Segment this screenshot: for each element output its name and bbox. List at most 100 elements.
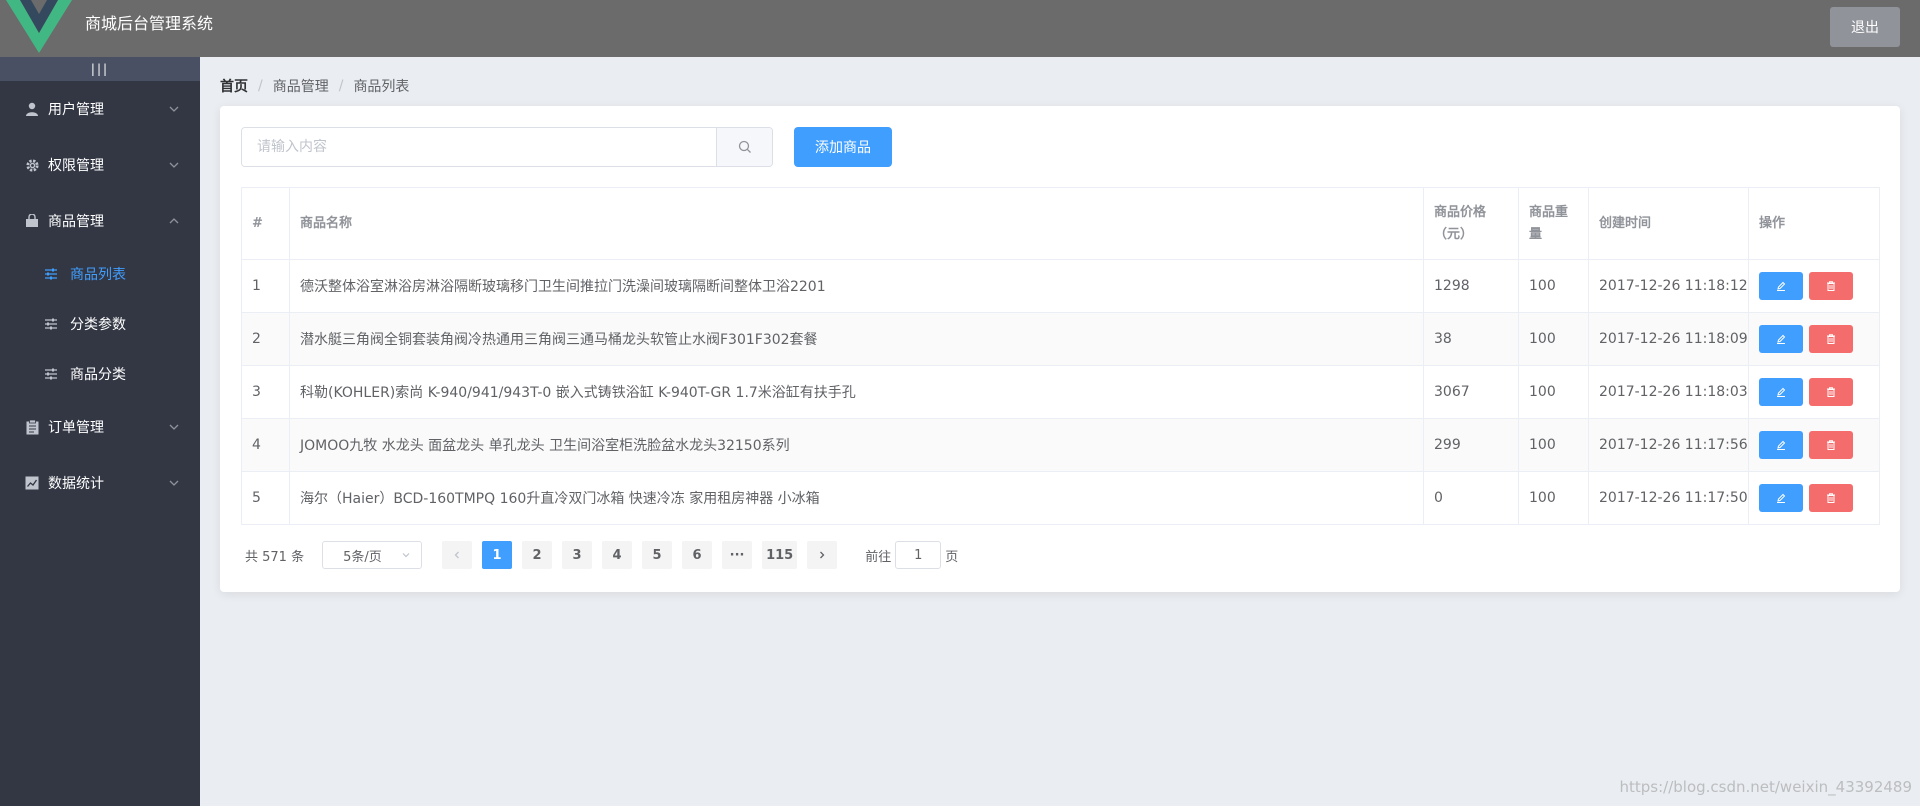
trash-icon	[1827, 334, 1835, 344]
column-header: 商品名称	[289, 187, 1424, 260]
chevron-left-icon	[454, 551, 460, 559]
jump-suffix-label: 页	[945, 549, 959, 565]
sidebar-subitem-category-params[interactable]: 分类参数	[0, 299, 200, 349]
cell-price: 3067	[1423, 365, 1519, 419]
cell-created-time: 2017-12-26 11:18:09	[1588, 312, 1749, 366]
page-button[interactable]: 5	[642, 541, 673, 569]
delete-button[interactable]	[1809, 325, 1853, 353]
page-button[interactable]: 3	[562, 541, 593, 569]
cell-price: 1298	[1423, 259, 1519, 313]
cell-goods-name: JOMOO九牧 水龙头 面盆龙头 单孔龙头 卫生间浴室柜洗脸盆水龙头32150系…	[289, 418, 1424, 472]
sidebar: ||| 用户管理 权限管理 商品管理 商品列表 分类参数 商品分类 订单管理 数…	[0, 57, 200, 806]
prev-page-button[interactable]	[442, 541, 473, 569]
total-count: 共 571 条	[245, 549, 305, 565]
cell-actions	[1748, 365, 1880, 419]
table-row: 5 海尔（Haier）BCD-160TMPQ 160升直冷双门冰箱 快速冷冻 家…	[241, 471, 1880, 525]
edit-icon	[1777, 387, 1786, 397]
cell-created-time: 2017-12-26 11:18:03	[1588, 365, 1749, 419]
edit-button[interactable]	[1759, 378, 1803, 406]
cell-price: 0	[1423, 471, 1519, 525]
edit-button[interactable]	[1759, 272, 1803, 300]
table-header-row: # 商品名称 商品价格（元） 商品重量 创建时间 操作	[241, 187, 1880, 260]
add-goods-button[interactable]: 添加商品	[794, 127, 892, 167]
logout-button[interactable]: 退出	[1830, 7, 1900, 47]
cell-index: 3	[241, 365, 290, 419]
cell-index: 4	[241, 418, 290, 472]
sidebar-item-permissions[interactable]: 权限管理	[0, 137, 200, 193]
cell-actions	[1748, 418, 1880, 472]
user-icon	[24, 101, 40, 117]
table-row: 4 JOMOO九牧 水龙头 面盆龙头 单孔龙头 卫生间浴室柜洗脸盆水龙头3215…	[241, 418, 1880, 472]
more-pages-button[interactable]: ···	[722, 541, 753, 569]
clipboard-icon	[24, 419, 40, 435]
column-header: 商品价格（元）	[1423, 187, 1519, 260]
sidebar-item-users[interactable]: 用户管理	[0, 81, 200, 137]
breadcrumb-item: 商品管理	[272, 79, 329, 95]
search-input[interactable]	[242, 128, 716, 166]
page-button[interactable]: 2	[522, 541, 553, 569]
edit-icon	[1777, 440, 1786, 450]
cell-index: 1	[241, 259, 290, 313]
sliders-icon	[44, 316, 60, 332]
search-group	[241, 127, 773, 167]
cell-goods-name: 潜水艇三角阀全铜套装角阀冷热通用三角阀三通马桶龙头软管止水阀F301F302套餐	[289, 312, 1424, 366]
delete-button[interactable]	[1809, 272, 1853, 300]
vue-logo	[6, 0, 72, 53]
cell-goods-name: 海尔（Haier）BCD-160TMPQ 160升直冷双门冰箱 快速冷冻 家用租…	[289, 471, 1424, 525]
page-button[interactable]: 4	[602, 541, 633, 569]
sidebar-subitem-label: 商品列表	[70, 267, 126, 283]
watermark: https://blog.csdn.net/weixin_43392489	[1619, 778, 1912, 796]
sidebar-item-statistics[interactable]: 数据统计	[0, 455, 200, 511]
breadcrumb-separator: /	[338, 78, 344, 94]
cell-created-time: 2017-12-26 11:18:12	[1588, 259, 1749, 313]
column-header: #	[241, 187, 290, 260]
cell-index: 2	[241, 312, 290, 366]
edit-button[interactable]	[1759, 325, 1803, 353]
page-button[interactable]: 6	[682, 541, 713, 569]
breadcrumb-home-link[interactable]: 首页	[220, 76, 248, 96]
jump-prefix-label: 前往	[865, 549, 892, 565]
chevron-up-icon	[169, 218, 179, 224]
sidebar-item-orders[interactable]: 订单管理	[0, 399, 200, 455]
edit-button[interactable]	[1759, 484, 1803, 512]
jump-page-input[interactable]	[895, 541, 942, 569]
edit-button[interactable]	[1759, 431, 1803, 459]
cell-price: 299	[1423, 418, 1519, 472]
cell-actions	[1748, 259, 1880, 313]
page-button[interactable]: 1	[482, 541, 513, 569]
cell-weight: 100	[1518, 418, 1589, 472]
sidebar-subitem-goods-list[interactable]: 商品列表	[0, 249, 200, 299]
page-button[interactable]: 115	[762, 541, 798, 569]
page-jumper: 前往 页	[865, 541, 958, 569]
sidebar-item-goods[interactable]: 商品管理	[0, 193, 200, 249]
page-size-select[interactable]: 5条/页	[322, 541, 423, 569]
chevron-down-icon	[169, 480, 179, 486]
pagination: 共 571 条 5条/页 1 2 3 4 5 6 ··· 115 前往 页	[245, 541, 958, 569]
column-header: 商品重量	[1518, 187, 1589, 260]
chevron-down-icon	[169, 424, 179, 430]
trash-icon	[1827, 387, 1835, 397]
cell-created-time: 2017-12-26 11:17:56	[1588, 418, 1749, 472]
delete-button[interactable]	[1809, 484, 1853, 512]
edit-icon	[1777, 334, 1786, 344]
chevron-down-icon	[169, 162, 179, 168]
sidebar-item-label: 权限管理	[48, 158, 104, 174]
page-size-value: 5条/页	[343, 549, 382, 565]
sidebar-subitem-goods-category[interactable]: 商品分类	[0, 349, 200, 399]
table-row: 1 德沃整体浴室淋浴房淋浴隔断玻璃移门卫生间推拉门洗澡间玻璃隔断间整体卫浴220…	[241, 259, 1880, 313]
cell-index: 5	[241, 471, 290, 525]
cell-weight: 100	[1518, 365, 1589, 419]
sliders-icon	[44, 266, 60, 282]
sidebar-toggle-button[interactable]: |||	[0, 57, 200, 81]
sidebar-item-label: 商品管理	[48, 214, 104, 230]
edit-icon	[1777, 493, 1786, 503]
next-page-button[interactable]	[807, 541, 838, 569]
delete-button[interactable]	[1809, 431, 1853, 459]
column-header: 操作	[1748, 187, 1880, 260]
trash-icon	[1827, 493, 1835, 503]
search-button[interactable]	[716, 128, 772, 166]
cell-price: 38	[1423, 312, 1519, 366]
delete-button[interactable]	[1809, 378, 1853, 406]
sidebar-item-label: 数据统计	[48, 476, 104, 492]
goods-list-card: 添加商品 # 商品名称 商品价格（元） 商品重量 创建时间 操作 1 德沃整体浴…	[220, 106, 1900, 592]
